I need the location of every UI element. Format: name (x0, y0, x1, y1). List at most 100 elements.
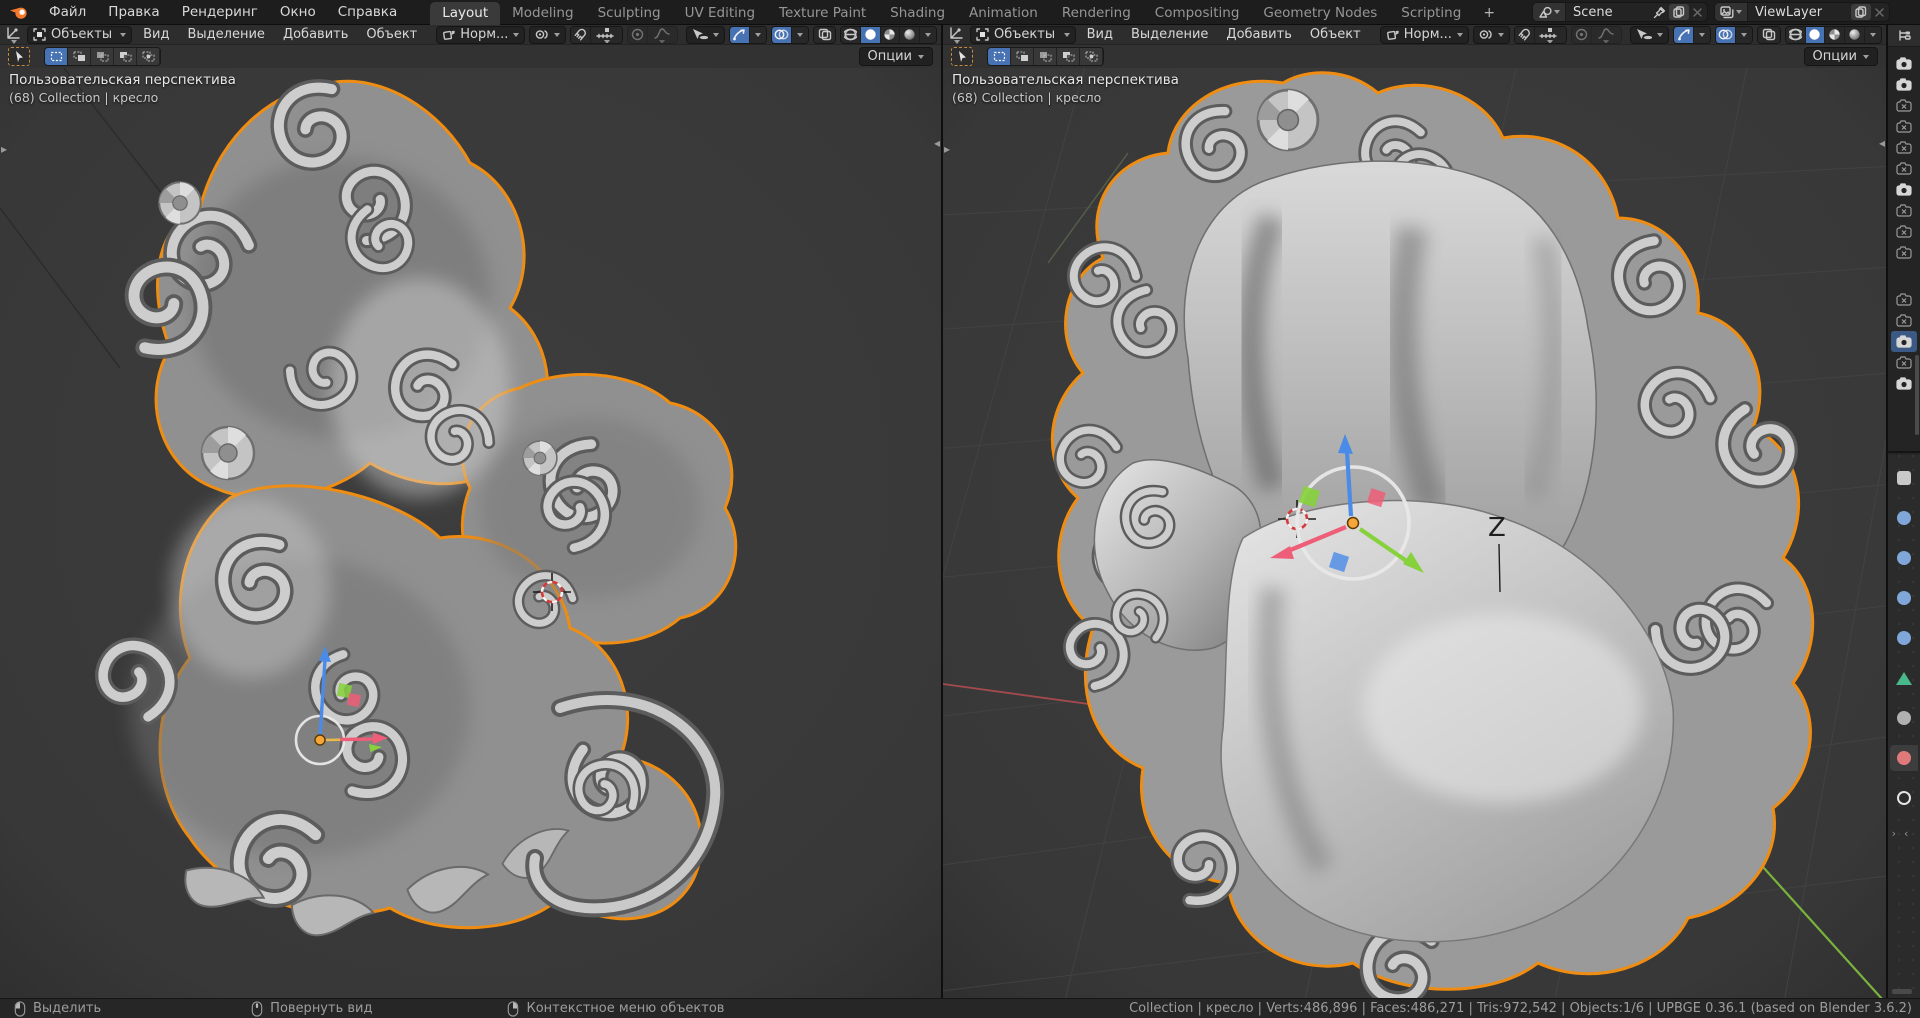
sidebar-expand-arrow[interactable]: ◂ (934, 137, 940, 149)
scene-name[interactable]: Scene (1566, 5, 1653, 20)
blender-logo-icon[interactable] (9, 5, 28, 20)
workspace-tab-rendering[interactable]: Rendering (1050, 2, 1143, 25)
show-overlays-toggle[interactable] (772, 26, 792, 43)
workspace-tab-texture-paint[interactable]: Texture Paint (767, 2, 878, 25)
falloff-dropdown[interactable] (647, 26, 678, 43)
render-visibility-toggle[interactable] (1891, 116, 1917, 137)
properties-tab-object-data[interactable] (1890, 665, 1918, 691)
new-view-layer-button[interactable] (1851, 4, 1871, 20)
overlays-dropdown[interactable] (1736, 26, 1753, 43)
workspace-tab-compositing[interactable]: Compositing (1143, 2, 1252, 25)
workspace-tab-geometry-nodes[interactable]: Geometry Nodes (1251, 2, 1389, 25)
active-tool-select-box[interactable] (8, 47, 30, 66)
menu-add[interactable]: Добавить (1219, 27, 1298, 42)
properties-tab-grease-pencil[interactable] (1890, 705, 1918, 731)
shading-wireframe-button[interactable] (1785, 26, 1806, 43)
gizmo-dropdown[interactable] (1693, 26, 1711, 43)
snap-with-dropdown[interactable] (591, 26, 623, 43)
select-mode-invert[interactable] (1057, 48, 1080, 65)
snap-with-dropdown[interactable] (1534, 26, 1566, 43)
select-mode-extend[interactable] (68, 48, 91, 65)
snap-toggle[interactable] (1514, 26, 1535, 43)
render-visibility-toggle[interactable] (1891, 352, 1917, 373)
render-visibility-toggle[interactable] (1891, 137, 1917, 158)
options-dropdown[interactable]: Опции (1803, 47, 1878, 66)
viewport-canvas-right[interactable]: Z (943, 68, 1886, 998)
menu-object[interactable]: Объект (1303, 27, 1368, 42)
mode-selector[interactable]: Объекты (970, 25, 1076, 44)
remove-view-layer-icon[interactable] (1874, 7, 1885, 18)
view-layer-selector[interactable]: ViewLayer (1714, 2, 1890, 22)
select-mode-extend[interactable] (1011, 48, 1034, 65)
outliner-editor-button[interactable] (1888, 25, 1920, 47)
properties-scrollbar[interactable] (1892, 989, 1912, 994)
render-visibility-toggle[interactable] (1891, 373, 1917, 394)
render-visibility-toggle[interactable] (1891, 331, 1917, 352)
visibility-dropdown[interactable] (1630, 25, 1670, 44)
scene-selector[interactable]: Scene (1532, 2, 1708, 22)
mode-selector[interactable]: Объекты (27, 25, 133, 44)
workspace-tab-sculpting[interactable]: Sculpting (586, 2, 673, 25)
select-mode-subtract[interactable] (91, 48, 114, 65)
properties-tab-tool[interactable] (1890, 465, 1918, 491)
properties-tab-material[interactable] (1890, 745, 1918, 771)
render-visibility-toggle[interactable] (1891, 242, 1917, 263)
shading-wireframe-button[interactable] (841, 26, 861, 43)
toolbar-expand-arrow[interactable]: ▸ (944, 143, 950, 155)
workspace-tab-shading[interactable]: Shading (878, 2, 957, 25)
proportional-edit-toggle[interactable] (1571, 26, 1592, 43)
select-mode-intersect[interactable] (137, 48, 160, 65)
menu-file[interactable]: Файл (38, 0, 97, 24)
shading-material-button[interactable] (1825, 26, 1845, 43)
transform-orientation-dropdown[interactable]: Норм... (1379, 25, 1469, 44)
snap-toggle[interactable] (571, 26, 592, 43)
render-visibility-toggle[interactable] (1891, 158, 1917, 179)
gizmo-dropdown[interactable] (749, 26, 767, 43)
menu-select[interactable]: Выделение (181, 27, 272, 42)
menu-view[interactable]: Вид (136, 27, 176, 42)
workspace-tab-uv-editing[interactable]: UV Editing (673, 2, 767, 25)
unlink-scene-icon[interactable] (1692, 7, 1703, 18)
pivot-point-dropdown[interactable] (529, 25, 567, 44)
shading-solid-button[interactable] (860, 26, 881, 43)
render-visibility-toggle[interactable] (1891, 74, 1917, 95)
select-mode-intersect[interactable] (1080, 48, 1103, 65)
shading-material-button[interactable] (880, 26, 901, 43)
shading-dropdown[interactable] (1864, 26, 1881, 43)
select-mode-invert[interactable] (114, 48, 137, 65)
workspace-tab-layout[interactable]: Layout (430, 1, 501, 25)
properties-tab-physics[interactable] (1890, 585, 1918, 611)
shading-rendered-button[interactable] (1844, 26, 1865, 43)
editor-type-button[interactable] (4, 26, 23, 44)
outliner-scrollbar[interactable] (1915, 355, 1919, 435)
view-layer-name[interactable]: ViewLayer (1748, 5, 1851, 20)
render-visibility-toggle[interactable] (1891, 200, 1917, 221)
transform-orientation-dropdown[interactable]: Норм... (436, 25, 526, 44)
proportional-edit-toggle[interactable] (628, 26, 648, 43)
xray-toggle[interactable] (1757, 25, 1781, 44)
visibility-dropdown[interactable] (686, 25, 726, 44)
shading-solid-button[interactable] (1805, 26, 1826, 43)
render-visibility-toggle[interactable] (1891, 95, 1917, 116)
new-scene-button[interactable] (1669, 4, 1689, 20)
render-visibility-toggle[interactable] (1891, 289, 1917, 310)
show-gizmo-toggle[interactable] (730, 26, 750, 43)
add-workspace-button[interactable]: + (1473, 2, 1505, 25)
workspace-tab-scripting[interactable]: Scripting (1389, 2, 1473, 25)
menu-select[interactable]: Выделение (1124, 27, 1215, 42)
menu-render[interactable]: Рендеринг (171, 0, 269, 24)
show-overlays-toggle[interactable] (1716, 26, 1737, 43)
editor-type-button[interactable] (947, 26, 966, 44)
active-tool-select-box[interactable] (951, 47, 973, 66)
render-visibility-toggle[interactable] (1891, 310, 1917, 331)
scene-browse-button[interactable] (1533, 3, 1566, 21)
menu-help[interactable]: Справка (327, 0, 408, 24)
shading-rendered-button[interactable] (900, 26, 920, 43)
view-layer-browse-button[interactable] (1715, 3, 1748, 21)
pivot-point-dropdown[interactable] (1472, 25, 1510, 44)
properties-tab-texture[interactable] (1890, 785, 1918, 811)
render-visibility-toggle[interactable] (1891, 53, 1917, 74)
menu-add[interactable]: Добавить (276, 27, 355, 42)
options-dropdown[interactable]: Опции (858, 47, 933, 66)
xray-toggle[interactable] (813, 25, 837, 44)
